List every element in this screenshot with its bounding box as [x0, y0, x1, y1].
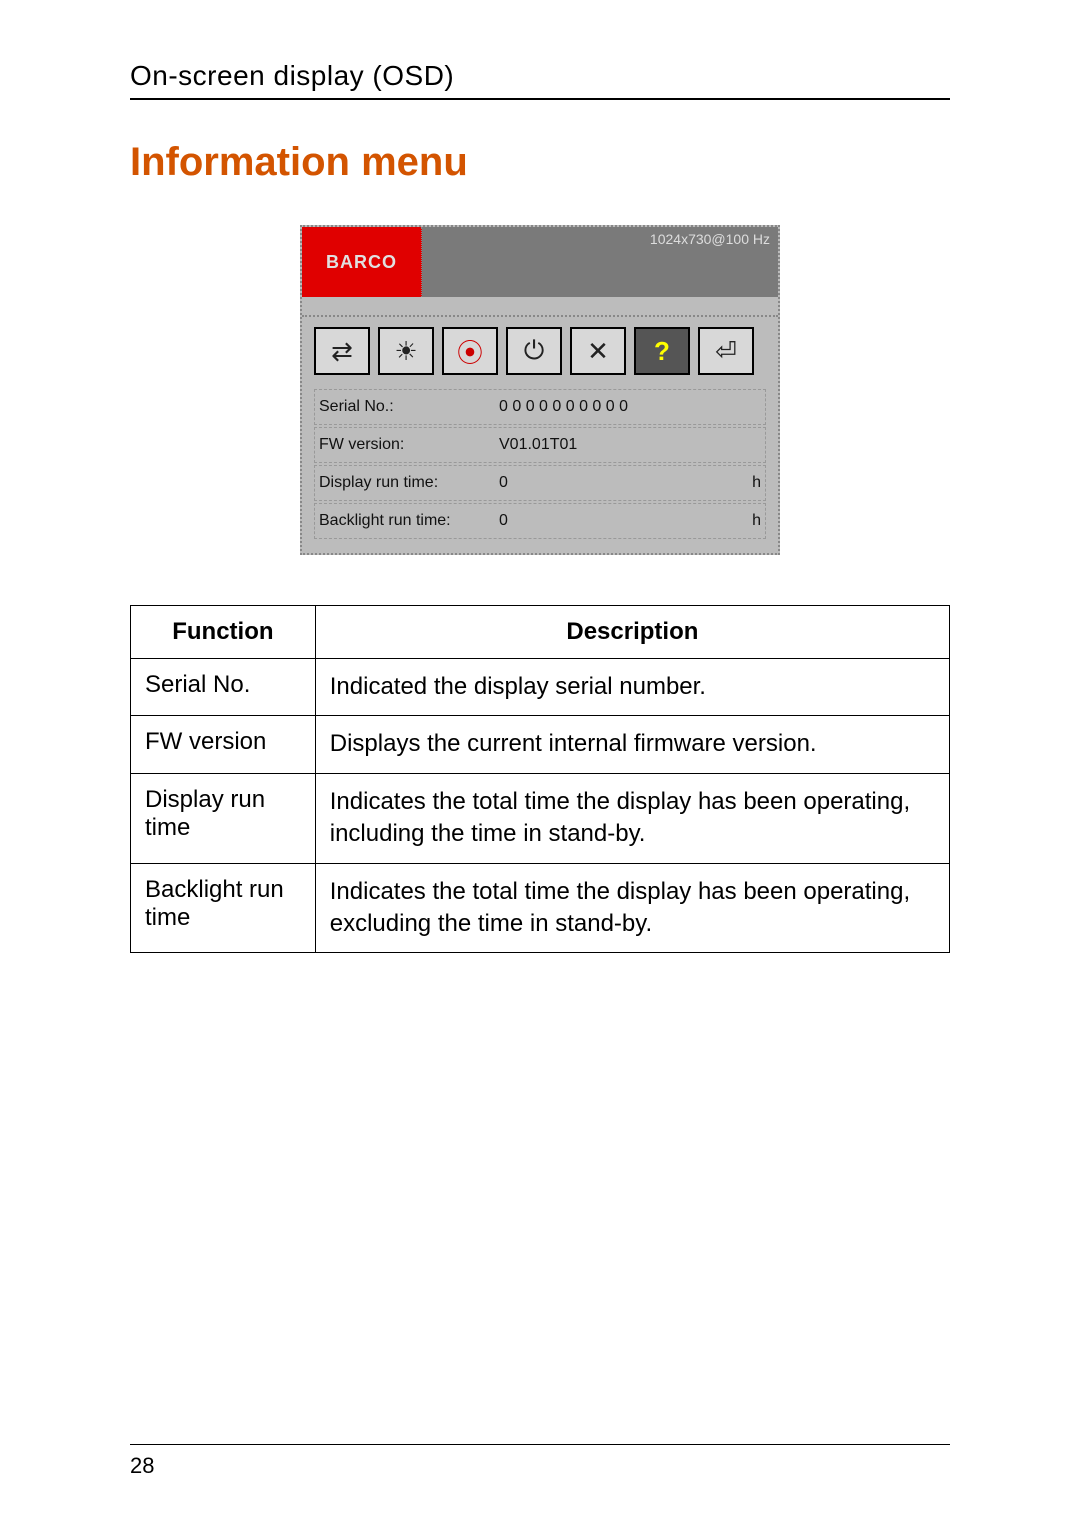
- osd-row-label: Serial No.:: [319, 398, 499, 416]
- section-title: On-screen display (OSD): [130, 60, 454, 91]
- osd-logo: BARCO: [302, 227, 422, 297]
- table-row: Backlight run time Indicates the total t…: [131, 863, 950, 953]
- cell-function: Serial No.: [131, 659, 316, 716]
- page-footer: 28: [130, 1444, 950, 1479]
- osd-row-label: Backlight run time:: [319, 512, 499, 530]
- cell-function: FW version: [131, 716, 316, 773]
- osd-top-bar: BARCO 1024x730@100 Hz: [302, 227, 778, 297]
- power-icon: ⏻: [506, 327, 562, 375]
- tools-icon: ✕: [570, 327, 626, 375]
- osd-info-rows: Serial No.: 0 0 0 0 0 0 0 0 0 0 FW versi…: [302, 383, 778, 553]
- osd-status-area: 1024x730@100 Hz: [422, 227, 778, 297]
- adjust-icon: ⇄: [314, 327, 370, 375]
- exit-icon: ⏎: [698, 327, 754, 375]
- info-icon: ?: [634, 327, 690, 375]
- osd-row-serial: Serial No.: 0 0 0 0 0 0 0 0 0 0: [314, 389, 766, 425]
- col-function-header: Function: [131, 606, 316, 659]
- osd-spacer: [302, 297, 778, 317]
- osd-row-value: 0 0 0 0 0 0 0 0 0 0: [499, 398, 731, 416]
- osd-row-display-time: Display run time: 0 h: [314, 465, 766, 501]
- table-row: Display run time Indicates the total tim…: [131, 773, 950, 863]
- osd-row-unit: h: [731, 474, 761, 492]
- page-header: On-screen display (OSD): [130, 60, 950, 100]
- osd-resolution-text: 1024x730@100 Hz: [650, 231, 770, 247]
- osd-row-label: FW version:: [319, 436, 499, 454]
- cell-description: Indicates the total time the display has…: [315, 863, 949, 953]
- cell-description: Displays the current internal firmware v…: [315, 716, 949, 773]
- osd-icon-row: ⇄ ☀ ⦿ ⏻ ✕ ? ⏎: [302, 317, 778, 383]
- osd-screenshot: BARCO 1024x730@100 Hz ⇄ ☀ ⦿ ⏻ ✕ ? ⏎ Seri…: [300, 225, 780, 555]
- cell-description: Indicates the total time the display has…: [315, 773, 949, 863]
- table-header-row: Function Description: [131, 606, 950, 659]
- osd-row-backlight-time: Backlight run time: 0 h: [314, 503, 766, 539]
- osd-row-unit: h: [731, 512, 761, 530]
- page-title: Information menu: [130, 140, 950, 185]
- osd-row-value: 0: [499, 512, 731, 530]
- cell-function: Display run time: [131, 773, 316, 863]
- cell-function: Backlight run time: [131, 863, 316, 953]
- osd-row-fw: FW version: V01.01T01: [314, 427, 766, 463]
- osd-row-value: V01.01T01: [499, 436, 731, 454]
- osd-row-label: Display run time:: [319, 474, 499, 492]
- page-number: 28: [130, 1453, 154, 1478]
- cell-description: Indicated the display serial number.: [315, 659, 949, 716]
- col-description-header: Description: [315, 606, 949, 659]
- description-table: Function Description Serial No. Indicate…: [130, 605, 950, 953]
- brightness-icon: ☀: [378, 327, 434, 375]
- table-row: FW version Displays the current internal…: [131, 716, 950, 773]
- osd-row-value: 0: [499, 474, 731, 492]
- table-row: Serial No. Indicated the display serial …: [131, 659, 950, 716]
- color-icon: ⦿: [442, 327, 498, 375]
